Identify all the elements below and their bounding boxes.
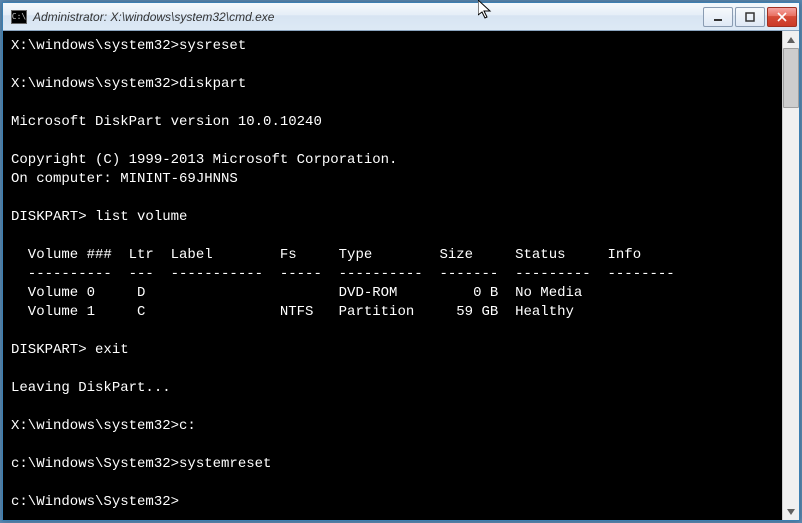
chevron-up-icon	[787, 37, 795, 43]
scroll-up-button[interactable]	[783, 31, 799, 48]
window-controls	[701, 7, 797, 27]
terminal-line: Volume ### Ltr Label Fs Type Size Status…	[11, 246, 774, 265]
terminal-line: Volume 1 C NTFS Partition 59 GB Healthy	[11, 303, 774, 322]
terminal-area: X:\windows\system32>sysreset X:\windows\s…	[3, 31, 799, 520]
terminal-line	[11, 474, 774, 493]
terminal-line: Volume 0 D DVD-ROM 0 B No Media	[11, 284, 774, 303]
terminal-line	[11, 56, 774, 75]
terminal-line: Copyright (C) 1999-2013 Microsoft Corpor…	[11, 151, 774, 170]
chevron-down-icon	[787, 509, 795, 515]
close-icon	[777, 12, 787, 22]
scroll-track[interactable]	[783, 48, 799, 503]
maximize-button[interactable]	[735, 7, 765, 27]
minimize-icon	[713, 12, 723, 22]
terminal-line	[11, 436, 774, 455]
maximize-icon	[745, 12, 755, 22]
terminal-output[interactable]: X:\windows\system32>sysreset X:\windows\s…	[3, 31, 782, 520]
terminal-line: c:\Windows\System32>systemreset	[11, 455, 774, 474]
terminal-line	[11, 94, 774, 113]
terminal-line: ---------- --- ----------- ----- -------…	[11, 265, 774, 284]
window-title: Administrator: X:\windows\system32\cmd.e…	[33, 10, 701, 24]
terminal-line: Microsoft DiskPart version 10.0.10240	[11, 113, 774, 132]
terminal-line: DISKPART> list volume	[11, 208, 774, 227]
terminal-line: DISKPART> exit	[11, 341, 774, 360]
scroll-thumb[interactable]	[783, 48, 799, 108]
terminal-line	[11, 132, 774, 151]
terminal-line: X:\windows\system32>sysreset	[11, 37, 774, 56]
terminal-line	[11, 360, 774, 379]
titlebar[interactable]: C:\ Administrator: X:\windows\system32\c…	[3, 3, 799, 31]
terminal-line: Leaving DiskPart...	[11, 379, 774, 398]
vertical-scrollbar[interactable]	[782, 31, 799, 520]
close-button[interactable]	[767, 7, 797, 27]
scroll-down-button[interactable]	[783, 503, 799, 520]
terminal-line	[11, 189, 774, 208]
terminal-line: c:\Windows\System32>	[11, 493, 774, 512]
cmd-window: C:\ Administrator: X:\windows\system32\c…	[2, 2, 800, 521]
minimize-button[interactable]	[703, 7, 733, 27]
terminal-line: X:\windows\system32>diskpart	[11, 75, 774, 94]
terminal-line	[11, 398, 774, 417]
terminal-line	[11, 322, 774, 341]
terminal-line	[11, 227, 774, 246]
cmd-app-icon: C:\	[11, 10, 27, 24]
terminal-line: X:\windows\system32>c:	[11, 417, 774, 436]
terminal-line: On computer: MININT-69JHNNS	[11, 170, 774, 189]
